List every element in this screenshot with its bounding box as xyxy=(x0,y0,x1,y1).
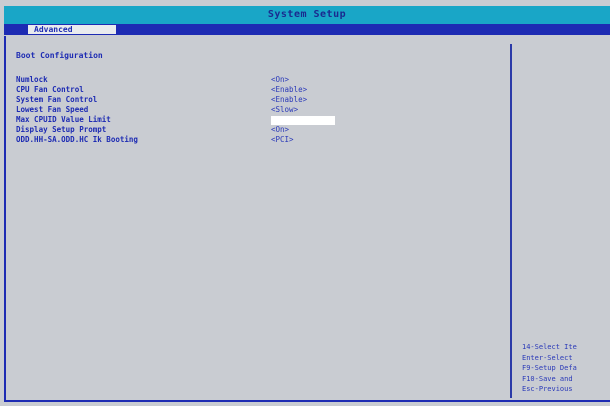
setting-value[interactable]: <Enable> xyxy=(271,95,307,105)
setting-max-cpuid-value-limit[interactable]: Max CPUID Value Limit xyxy=(16,115,496,125)
section-title: Boot Configuration xyxy=(16,51,103,60)
help-line: 14-Select Ite xyxy=(522,343,577,351)
setting-label: Lowest Fan Speed xyxy=(16,105,89,114)
setting-value[interactable]: <PCI> xyxy=(271,135,294,145)
setting-value[interactable]: <Slow> xyxy=(271,105,298,115)
help-line: F9-Setup Defa xyxy=(522,364,577,372)
help-line: F10-Save and xyxy=(522,374,573,383)
bios-screen: System Setup Advanced Boot Configuration… xyxy=(0,0,610,406)
help-line: Esc-Previous xyxy=(522,385,573,393)
panel-divider xyxy=(510,44,512,398)
setting-label: Max CPUID Value Limit xyxy=(16,115,111,124)
setting-system-fan-control[interactable]: System Fan Control <Enable> xyxy=(16,95,496,105)
setting-label: CPU Fan Control xyxy=(16,85,84,94)
help-line: Enter-Select xyxy=(522,353,573,362)
setting-value-selected[interactable] xyxy=(271,116,335,125)
setting-label: Display Setup Prompt xyxy=(16,125,107,134)
setting-display-setup-prompt[interactable]: Display Setup Prompt <On> xyxy=(16,125,496,135)
setting-value[interactable]: <On> xyxy=(271,125,289,135)
setting-lowest-fan-speed[interactable]: Lowest Fan Speed <Slow> xyxy=(16,105,496,115)
tab-advanced[interactable]: Advanced xyxy=(28,25,116,34)
setting-label: Numlock xyxy=(16,75,48,84)
window-title: System Setup xyxy=(4,6,610,24)
help-panel: 14-Select Ite Enter-Select F9-Setup Defa… xyxy=(522,342,610,395)
setting-label: ODD.HH-SA.ODD.HC Ik Booting xyxy=(16,135,138,144)
setting-cpu-fan-control[interactable]: CPU Fan Control <Enable> xyxy=(16,85,496,95)
setting-value[interactable]: <On> xyxy=(271,75,289,85)
setting-boot-device[interactable]: ODD.HH-SA.ODD.HC Ik Booting <PCI> xyxy=(16,135,496,145)
setting-numlock[interactable]: Numlock <On> xyxy=(16,75,496,85)
setting-label: System Fan Control xyxy=(16,95,98,104)
setting-value[interactable]: <Enable> xyxy=(271,85,307,95)
